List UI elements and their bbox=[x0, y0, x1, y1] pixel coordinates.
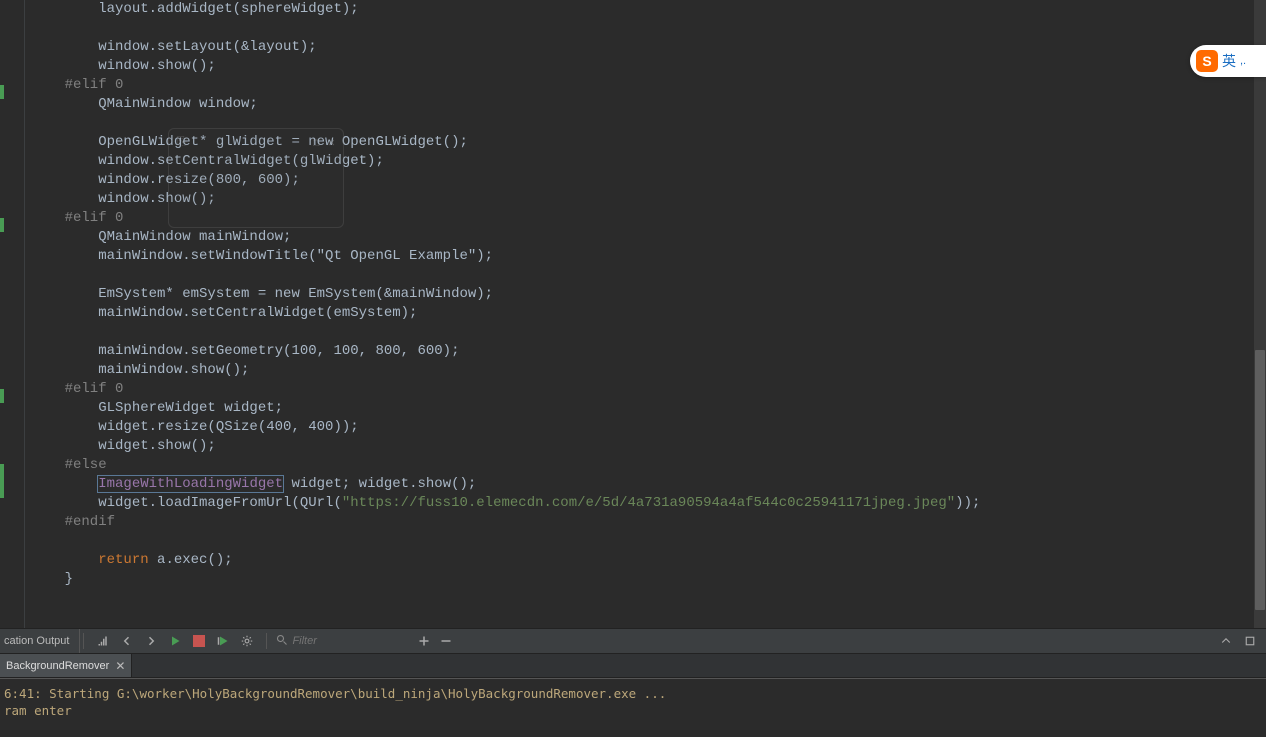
output-console[interactable]: 6:41: Starting G:\worker\HolyBackgroundR… bbox=[0, 678, 1266, 737]
code-line: #endif bbox=[31, 514, 115, 530]
divider bbox=[83, 633, 84, 649]
code-line: mainWindow.setCentralWidget(emSystem); bbox=[31, 305, 417, 321]
code-line: GLSphereWidget widget; bbox=[31, 400, 283, 416]
code-line: widget.show(); bbox=[31, 438, 216, 454]
ime-language[interactable]: 英 bbox=[1222, 51, 1236, 71]
attach-icon[interactable] bbox=[93, 631, 113, 651]
code-fragment: QUrl bbox=[300, 495, 334, 511]
code-line: QMainWindow mainWindow; bbox=[31, 229, 291, 245]
close-icon[interactable]: ✕ bbox=[115, 659, 125, 673]
code-line: #elif 0 bbox=[31, 381, 123, 397]
search-icon bbox=[276, 634, 288, 649]
code-line: window.setLayout(&layout); bbox=[31, 39, 317, 55]
maximize-icon[interactable] bbox=[1240, 631, 1260, 651]
code-line: mainWindow.setGeometry(100, 100, 800, 60… bbox=[31, 343, 459, 359]
collapse-icon[interactable] bbox=[1216, 631, 1236, 651]
gutter-change-mark bbox=[0, 85, 4, 99]
code-line: window.show(); bbox=[31, 58, 216, 74]
output-line: 6:41: Starting G:\worker\HolyBackgroundR… bbox=[4, 686, 666, 701]
code-fragment: widget.loadImageFromUrl( bbox=[31, 495, 300, 511]
keyword: return bbox=[98, 552, 148, 568]
stop-icon[interactable] bbox=[189, 631, 209, 651]
gutter bbox=[0, 0, 25, 628]
code-line: mainWindow.setWindowTitle("Qt OpenGL Exa… bbox=[31, 248, 493, 264]
vertical-scrollbar[interactable] bbox=[1254, 0, 1266, 628]
code-line: layout.addWidget(sphereWidget); bbox=[31, 1, 359, 17]
code-line: QMainWindow window; bbox=[31, 96, 258, 112]
run-icon[interactable] bbox=[165, 631, 185, 651]
output-tabs: BackgroundRemover ✕ bbox=[0, 654, 1266, 678]
rerun-icon[interactable] bbox=[213, 631, 233, 651]
selected-symbol: ImageWithLoadingWidget bbox=[98, 476, 283, 492]
minus-icon[interactable] bbox=[436, 631, 456, 651]
settings-icon[interactable] bbox=[237, 631, 257, 651]
ime-extra: ,. bbox=[1240, 55, 1246, 67]
gutter-change-mark bbox=[0, 464, 4, 498]
next-icon[interactable] bbox=[141, 631, 161, 651]
code-line: widget.resize(QSize(400, 400)); bbox=[31, 419, 359, 435]
code-line: window.resize(800, 600); bbox=[31, 172, 300, 188]
ime-logo-icon: S bbox=[1196, 50, 1218, 72]
code-fragment: a.exec(); bbox=[149, 552, 233, 568]
code-line: OpenGLWidget* glWidget = new OpenGLWidge… bbox=[31, 134, 468, 150]
divider bbox=[266, 633, 267, 649]
string-literal: "https://fuss10.elemecdn.com/e/5d/4a731a… bbox=[342, 495, 955, 511]
code-indent bbox=[31, 476, 98, 492]
code-line: #elif 0 bbox=[31, 210, 123, 226]
tab-label: BackgroundRemover bbox=[6, 660, 109, 672]
scroll-thumb[interactable] bbox=[1255, 350, 1265, 610]
add-icon[interactable] bbox=[414, 631, 434, 651]
filter-input[interactable] bbox=[292, 635, 402, 647]
ime-toolbar[interactable]: S 英 ,. bbox=[1190, 45, 1266, 77]
code-line: } bbox=[31, 571, 73, 587]
code-fragment: ( bbox=[333, 495, 341, 511]
code-line: window.show(); bbox=[31, 191, 216, 207]
code-line: #else bbox=[31, 457, 107, 473]
prev-icon[interactable] bbox=[117, 631, 137, 651]
code-content[interactable]: layout.addWidget(sphereWidget); window.s… bbox=[25, 0, 1254, 628]
code-indent bbox=[31, 552, 98, 568]
code-line: #elif 0 bbox=[31, 77, 123, 93]
filter-box bbox=[270, 634, 408, 649]
code-fragment: widget; widget.show(); bbox=[283, 476, 476, 492]
code-fragment: )); bbox=[955, 495, 980, 511]
gutter-change-mark bbox=[0, 389, 4, 403]
gutter-change-mark bbox=[0, 218, 4, 232]
editor-area: layout.addWidget(sphereWidget); window.s… bbox=[0, 0, 1266, 628]
panel-title: cation Output bbox=[0, 629, 80, 653]
output-line: ram enter bbox=[4, 703, 72, 718]
output-panel-toolbar: cation Output bbox=[0, 628, 1266, 654]
code-line: window.setCentralWidget(glWidget); bbox=[31, 153, 384, 169]
code-line: mainWindow.show(); bbox=[31, 362, 249, 378]
code-line: EmSystem* emSystem = new EmSystem(&mainW… bbox=[31, 286, 493, 302]
output-tab[interactable]: BackgroundRemover ✕ bbox=[0, 654, 132, 677]
